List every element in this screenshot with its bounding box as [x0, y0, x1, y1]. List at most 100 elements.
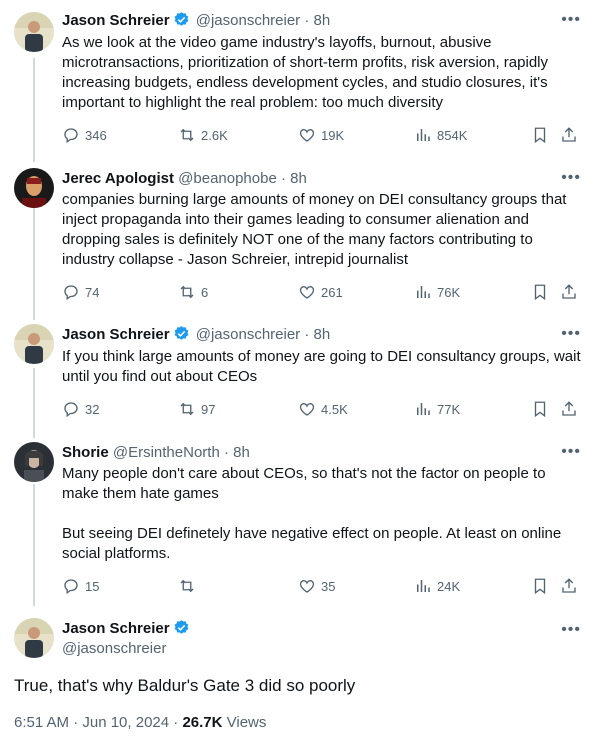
- tweet-text: companies burning large amounts of money…: [62, 191, 571, 268]
- like-count: 35: [321, 578, 336, 594]
- display-name[interactable]: Jason Schreier: [62, 12, 170, 29]
- bookmark-button[interactable]: [531, 125, 554, 145]
- avatar[interactable]: [14, 12, 54, 52]
- more-options-icon[interactable]: •••: [561, 622, 581, 638]
- repost-icon: [180, 285, 194, 299]
- share-icon: [562, 401, 576, 416]
- separator-dot: ·: [280, 170, 286, 187]
- reply-button[interactable]: 32: [62, 399, 99, 419]
- display-name[interactable]: Jason Schreier: [62, 620, 170, 637]
- views-count: 26.7K: [182, 714, 223, 731]
- tweet-actions: 74 6 261 76K: [62, 282, 582, 302]
- user-handle[interactable]: @beanophobe: [178, 170, 277, 187]
- repost-icon: [180, 402, 194, 416]
- more-options-icon[interactable]: •••: [561, 170, 581, 186]
- like-button[interactable]: 261: [298, 282, 343, 302]
- like-count: 4.5K: [321, 401, 348, 417]
- views-button[interactable]: 77K: [414, 399, 460, 419]
- share-button[interactable]: [560, 282, 583, 302]
- separator-dot: ·: [223, 444, 229, 461]
- repost-button[interactable]: 97: [178, 399, 215, 419]
- like-button[interactable]: 19K: [298, 125, 344, 145]
- tweet[interactable]: Shorie @ErsintheNorth · 8h ••• Many peop…: [0, 432, 603, 610]
- reply-icon: [64, 579, 78, 595]
- avatar-image: [14, 168, 54, 208]
- reply-button[interactable]: 346: [62, 125, 107, 145]
- separator-dot: ·: [304, 326, 310, 343]
- repost-count: 2.6K: [201, 127, 228, 143]
- tweet-time[interactable]: 8h: [314, 326, 331, 343]
- bookmark-icon: [534, 401, 546, 418]
- more-options-icon[interactable]: •••: [561, 326, 581, 342]
- avatar[interactable]: [14, 168, 54, 208]
- share-button[interactable]: [560, 125, 583, 145]
- tweet-time[interactable]: 8h: [233, 444, 250, 461]
- avatar[interactable]: [14, 442, 54, 482]
- avatar-image: [14, 618, 54, 658]
- reply-icon: [64, 285, 78, 301]
- like-count: 19K: [321, 127, 345, 143]
- main-tweet-text: True, that's why Baldur's Gate 3 did so …: [14, 676, 356, 695]
- heart-icon: [299, 286, 315, 299]
- verified-badge-icon: [173, 619, 190, 642]
- tweet-actions: 32 97 4.5K 77K: [62, 399, 582, 419]
- views-button[interactable]: 854K: [414, 125, 467, 145]
- separator-dot: ·: [304, 12, 310, 29]
- display-name[interactable]: Shorie: [62, 444, 109, 461]
- avatar[interactable]: [14, 324, 54, 364]
- user-handle[interactable]: @jasonschreier: [62, 639, 166, 659]
- repost-button[interactable]: 6: [178, 282, 208, 302]
- repost-icon: [180, 579, 194, 593]
- more-options-icon[interactable]: •••: [561, 444, 581, 460]
- tweet-actions: 15 35 24K: [62, 576, 582, 596]
- avatar-image: [14, 442, 54, 482]
- reply-button[interactable]: 74: [62, 282, 99, 302]
- like-button[interactable]: 35: [298, 576, 335, 596]
- heart-icon: [299, 129, 315, 142]
- repost-count: 6: [201, 284, 209, 300]
- more-options-icon[interactable]: •••: [561, 12, 581, 28]
- reply-count: 346: [85, 127, 107, 143]
- display-name[interactable]: Jerec Apologist: [62, 170, 174, 187]
- tweet-time[interactable]: 8h: [290, 170, 307, 187]
- user-handle[interactable]: @jasonschreier: [196, 12, 300, 29]
- view-count: 76K: [437, 284, 461, 300]
- tweet-header: Shorie @ErsintheNorth · 8h: [62, 443, 250, 463]
- user-handle[interactable]: @jasonschreier: [196, 326, 300, 343]
- bookmark-icon: [534, 578, 546, 595]
- reply-button[interactable]: 15: [62, 576, 99, 596]
- reply-count: 74: [85, 284, 100, 300]
- tweet[interactable]: Jerec Apologist @beanophobe · 8h ••• com…: [0, 158, 603, 318]
- analytics-icon: [417, 403, 430, 415]
- like-button[interactable]: 4.5K: [298, 399, 348, 419]
- bookmark-button[interactable]: [531, 282, 554, 302]
- share-button[interactable]: [560, 399, 583, 419]
- bookmark-button[interactable]: [531, 399, 554, 419]
- reply-icon: [64, 402, 78, 418]
- views-button[interactable]: 24K: [414, 576, 460, 596]
- repost-button[interactable]: [178, 576, 201, 596]
- tweet[interactable]: Jason Schreier @jasonschreier · 8h ••• A…: [0, 0, 603, 160]
- share-icon: [562, 284, 576, 299]
- repost-button[interactable]: 2.6K: [178, 125, 228, 145]
- avatar[interactable]: [14, 618, 54, 658]
- heart-icon: [299, 580, 315, 593]
- bookmark-icon: [534, 127, 546, 144]
- tweet-time[interactable]: 8h: [314, 12, 331, 29]
- analytics-icon: [417, 580, 430, 592]
- avatar-image: [14, 12, 54, 52]
- tweet-header: Jason Schreier @jasonschreier · 8h: [62, 11, 330, 34]
- share-button[interactable]: [560, 576, 583, 596]
- views-button[interactable]: 76K: [414, 282, 460, 302]
- tweet-header: Jason Schreier @jasonschreier · 8h: [62, 325, 330, 348]
- view-count: 77K: [437, 401, 461, 417]
- tweet-text: If you think large amounts of money are …: [62, 348, 585, 385]
- tweet-meta: 6:51 AM · Jun 10, 2024 · 26.7K Views: [14, 713, 266, 733]
- tweet-header: Jerec Apologist @beanophobe · 8h: [62, 169, 307, 189]
- bookmark-button[interactable]: [531, 576, 554, 596]
- user-handle[interactable]: @ErsintheNorth: [113, 444, 220, 461]
- display-name[interactable]: Jason Schreier: [62, 326, 170, 343]
- tweet-timestamp[interactable]: 6:51 AM · Jun 10, 2024 ·: [14, 714, 182, 731]
- tweet[interactable]: Jason Schreier @jasonschreier · 8h ••• I…: [0, 314, 603, 434]
- avatar-image: [14, 324, 54, 364]
